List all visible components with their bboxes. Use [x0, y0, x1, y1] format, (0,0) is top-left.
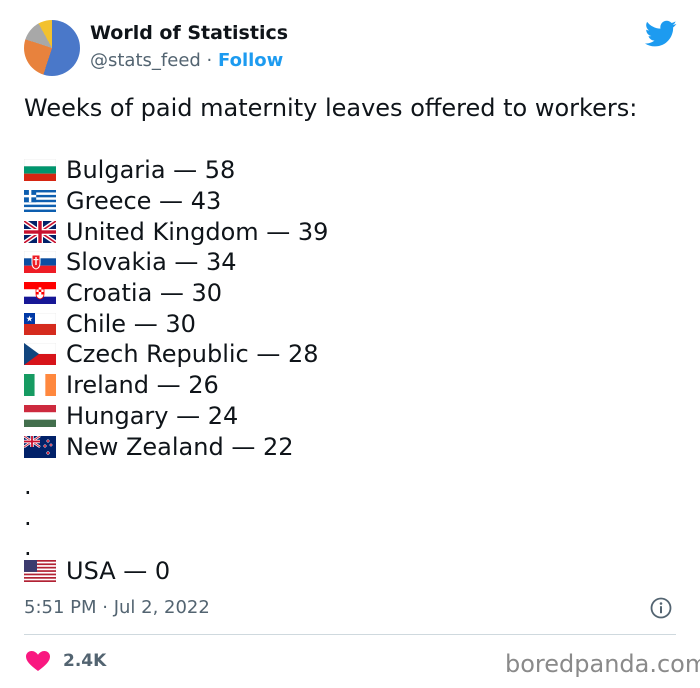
list-item: Hungary — 24: [24, 401, 328, 432]
list-item: Czech Republic — 28: [24, 339, 328, 370]
avatar[interactable]: [24, 20, 80, 76]
country-entry: New Zealand — 22: [66, 432, 294, 461]
tweet-timestamp[interactable]: 5:51 PM · Jul 2, 2022: [24, 597, 210, 618]
uk-flag-icon: [24, 220, 56, 243]
list-item: United Kingdom — 39: [24, 216, 328, 247]
country-entry: Slovakia — 34: [66, 248, 237, 277]
bulgaria-flag-icon: [24, 159, 56, 182]
usa-flag-icon: [24, 560, 56, 583]
tweet-intro: Weeks of paid maternity leaves offered t…: [24, 94, 638, 122]
greece-flag-icon: [24, 190, 56, 213]
country-entry: United Kingdom — 39: [66, 217, 329, 246]
czech-flag-icon: [24, 343, 56, 366]
list-item: Ireland — 26: [24, 370, 328, 401]
follow-button[interactable]: Follow: [218, 50, 283, 71]
tweet-card: World of Statistics @stats_feed · Follow…: [0, 0, 700, 688]
country-entry: Bulgaria — 58: [66, 156, 236, 185]
list-item: Chile — 30: [24, 308, 328, 339]
new-zealand-flag-icon: [24, 435, 56, 458]
author-handle[interactable]: @stats_feed: [90, 50, 201, 71]
divider: [24, 634, 676, 635]
country-entry: Hungary — 24: [66, 401, 239, 430]
list-item: New Zealand — 22: [24, 431, 328, 462]
ellipsis-dot: .: [24, 472, 32, 500]
country-entry: Croatia — 30: [66, 279, 223, 308]
country-entry: Chile — 30: [66, 309, 196, 338]
list-item: USA — 0: [24, 556, 170, 587]
country-entry: USA — 0: [66, 557, 171, 586]
country-entry: Czech Republic — 28: [66, 340, 319, 369]
ireland-flag-icon: [24, 374, 56, 397]
slovakia-flag-icon: [24, 251, 56, 274]
country-list: Bulgaria — 58 Greece — 43 United Kingdom…: [24, 155, 328, 462]
ellipsis-dot: .: [24, 503, 32, 531]
list-item: Slovakia — 34: [24, 247, 328, 278]
info-icon[interactable]: [650, 597, 672, 619]
list-item: Croatia — 30: [24, 278, 328, 309]
author-name[interactable]: World of Statistics: [90, 22, 288, 44]
country-entry: Greece — 43: [66, 187, 222, 216]
hungary-flag-icon: [24, 404, 56, 427]
heart-icon[interactable]: [25, 650, 51, 672]
separator-dot: ·: [206, 50, 213, 71]
list-item: Bulgaria — 58: [24, 155, 328, 186]
croatia-flag-icon: [24, 282, 56, 305]
twitter-bird-icon[interactable]: [645, 20, 677, 48]
list-item: Greece — 43: [24, 186, 328, 217]
author-line: @stats_feed · Follow: [90, 50, 283, 71]
watermark: boredpanda.com: [505, 650, 700, 678]
country-entry: Ireland — 26: [66, 371, 219, 400]
like-count[interactable]: 2.4K: [63, 651, 106, 671]
chile-flag-icon: [24, 312, 56, 335]
